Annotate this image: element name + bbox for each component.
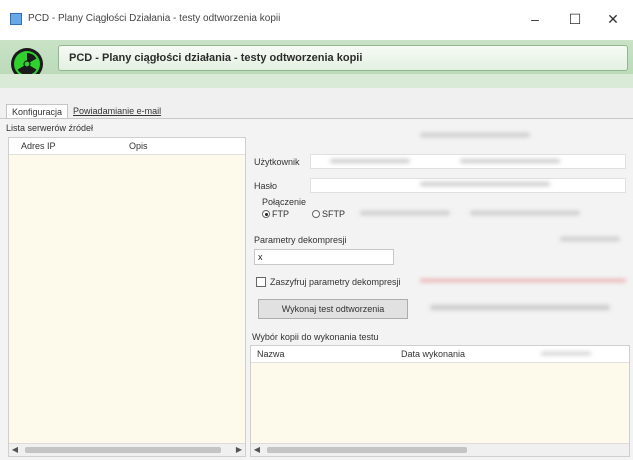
ftp-radio[interactable] — [262, 210, 270, 218]
redacted-area — [360, 211, 450, 215]
redacted-area — [541, 352, 591, 355]
copies-list-title: Wybór kopii do wykonania testu — [252, 332, 379, 342]
redacted-area — [420, 279, 626, 282]
scroll-right-icon[interactable]: ▶ — [233, 444, 245, 456]
column-opis[interactable]: Opis — [129, 141, 148, 151]
minimize-button[interactable]: – — [515, 4, 555, 34]
column-adres-ip[interactable]: Adres IP — [21, 141, 56, 151]
redacted-area — [460, 159, 560, 163]
run-test-button[interactable]: Wykonaj test odtworzenia — [258, 299, 408, 319]
connection-label: Połączenie — [262, 197, 307, 207]
tab-powiadamianie-email[interactable]: Powiadamianie e-mail — [68, 104, 166, 118]
password-label: Hasło — [254, 181, 278, 191]
redacted-area — [470, 211, 580, 215]
tab-content: Lista serwerów źródeł Adres IP Opis ◀ ▶ … — [0, 118, 633, 460]
banner-title-box: PCD - Plany ciągłości działania - testy … — [58, 45, 628, 71]
params-label: Parametry dekompresji — [254, 235, 347, 245]
encrypt-params-checkbox[interactable] — [256, 277, 266, 287]
app-banner: PCD - Plany ciągłości działania - testy … — [0, 40, 633, 88]
scroll-left-icon[interactable]: ◀ — [251, 444, 263, 456]
sftp-radio[interactable] — [312, 210, 320, 218]
column-nazwa[interactable]: Nazwa — [257, 349, 285, 359]
user-label: Użytkownik — [254, 157, 300, 167]
servers-grid-header: Adres IP Opis — [9, 138, 245, 155]
banner-title: PCD - Plany ciągłości działania - testy … — [69, 52, 363, 64]
sftp-label: SFTP — [322, 209, 346, 219]
redacted-area — [560, 237, 620, 241]
params-input[interactable]: x — [254, 249, 394, 265]
servers-list-title: Lista serwerów źródeł — [6, 123, 94, 133]
redacted-area — [420, 182, 550, 186]
copies-grid[interactable]: Nazwa Data wykonania ◀ — [250, 345, 630, 457]
ftp-label: FTP — [272, 209, 289, 219]
servers-horizontal-scrollbar[interactable]: ◀ ▶ — [9, 443, 245, 456]
copies-horizontal-scrollbar[interactable]: ◀ — [251, 443, 629, 456]
redacted-area — [330, 159, 410, 163]
column-data-wykonania[interactable]: Data wykonania — [401, 349, 465, 359]
servers-grid[interactable]: Adres IP Opis ◀ ▶ — [8, 137, 246, 457]
maximize-button[interactable]: ☐ — [555, 4, 595, 34]
redacted-area — [420, 133, 530, 137]
tab-bar: Konfiguracja Powiadamianie e-mail — [6, 104, 166, 119]
encrypt-params-label: Zaszyfruj parametry dekompresji — [270, 277, 401, 287]
window-titlebar: PCD - Plany Ciągłości Działania - testy … — [0, 0, 633, 40]
scroll-left-icon[interactable]: ◀ — [9, 444, 21, 456]
app-icon — [10, 13, 22, 25]
close-button[interactable]: ✕ — [593, 4, 633, 34]
window-title: PCD - Plany Ciągłości Działania - testy … — [28, 13, 281, 24]
scroll-thumb[interactable] — [267, 447, 467, 453]
tab-konfiguracja[interactable]: Konfiguracja — [6, 104, 69, 119]
scroll-thumb[interactable] — [25, 447, 221, 453]
banner-strip — [0, 74, 633, 88]
redacted-area — [430, 305, 610, 310]
